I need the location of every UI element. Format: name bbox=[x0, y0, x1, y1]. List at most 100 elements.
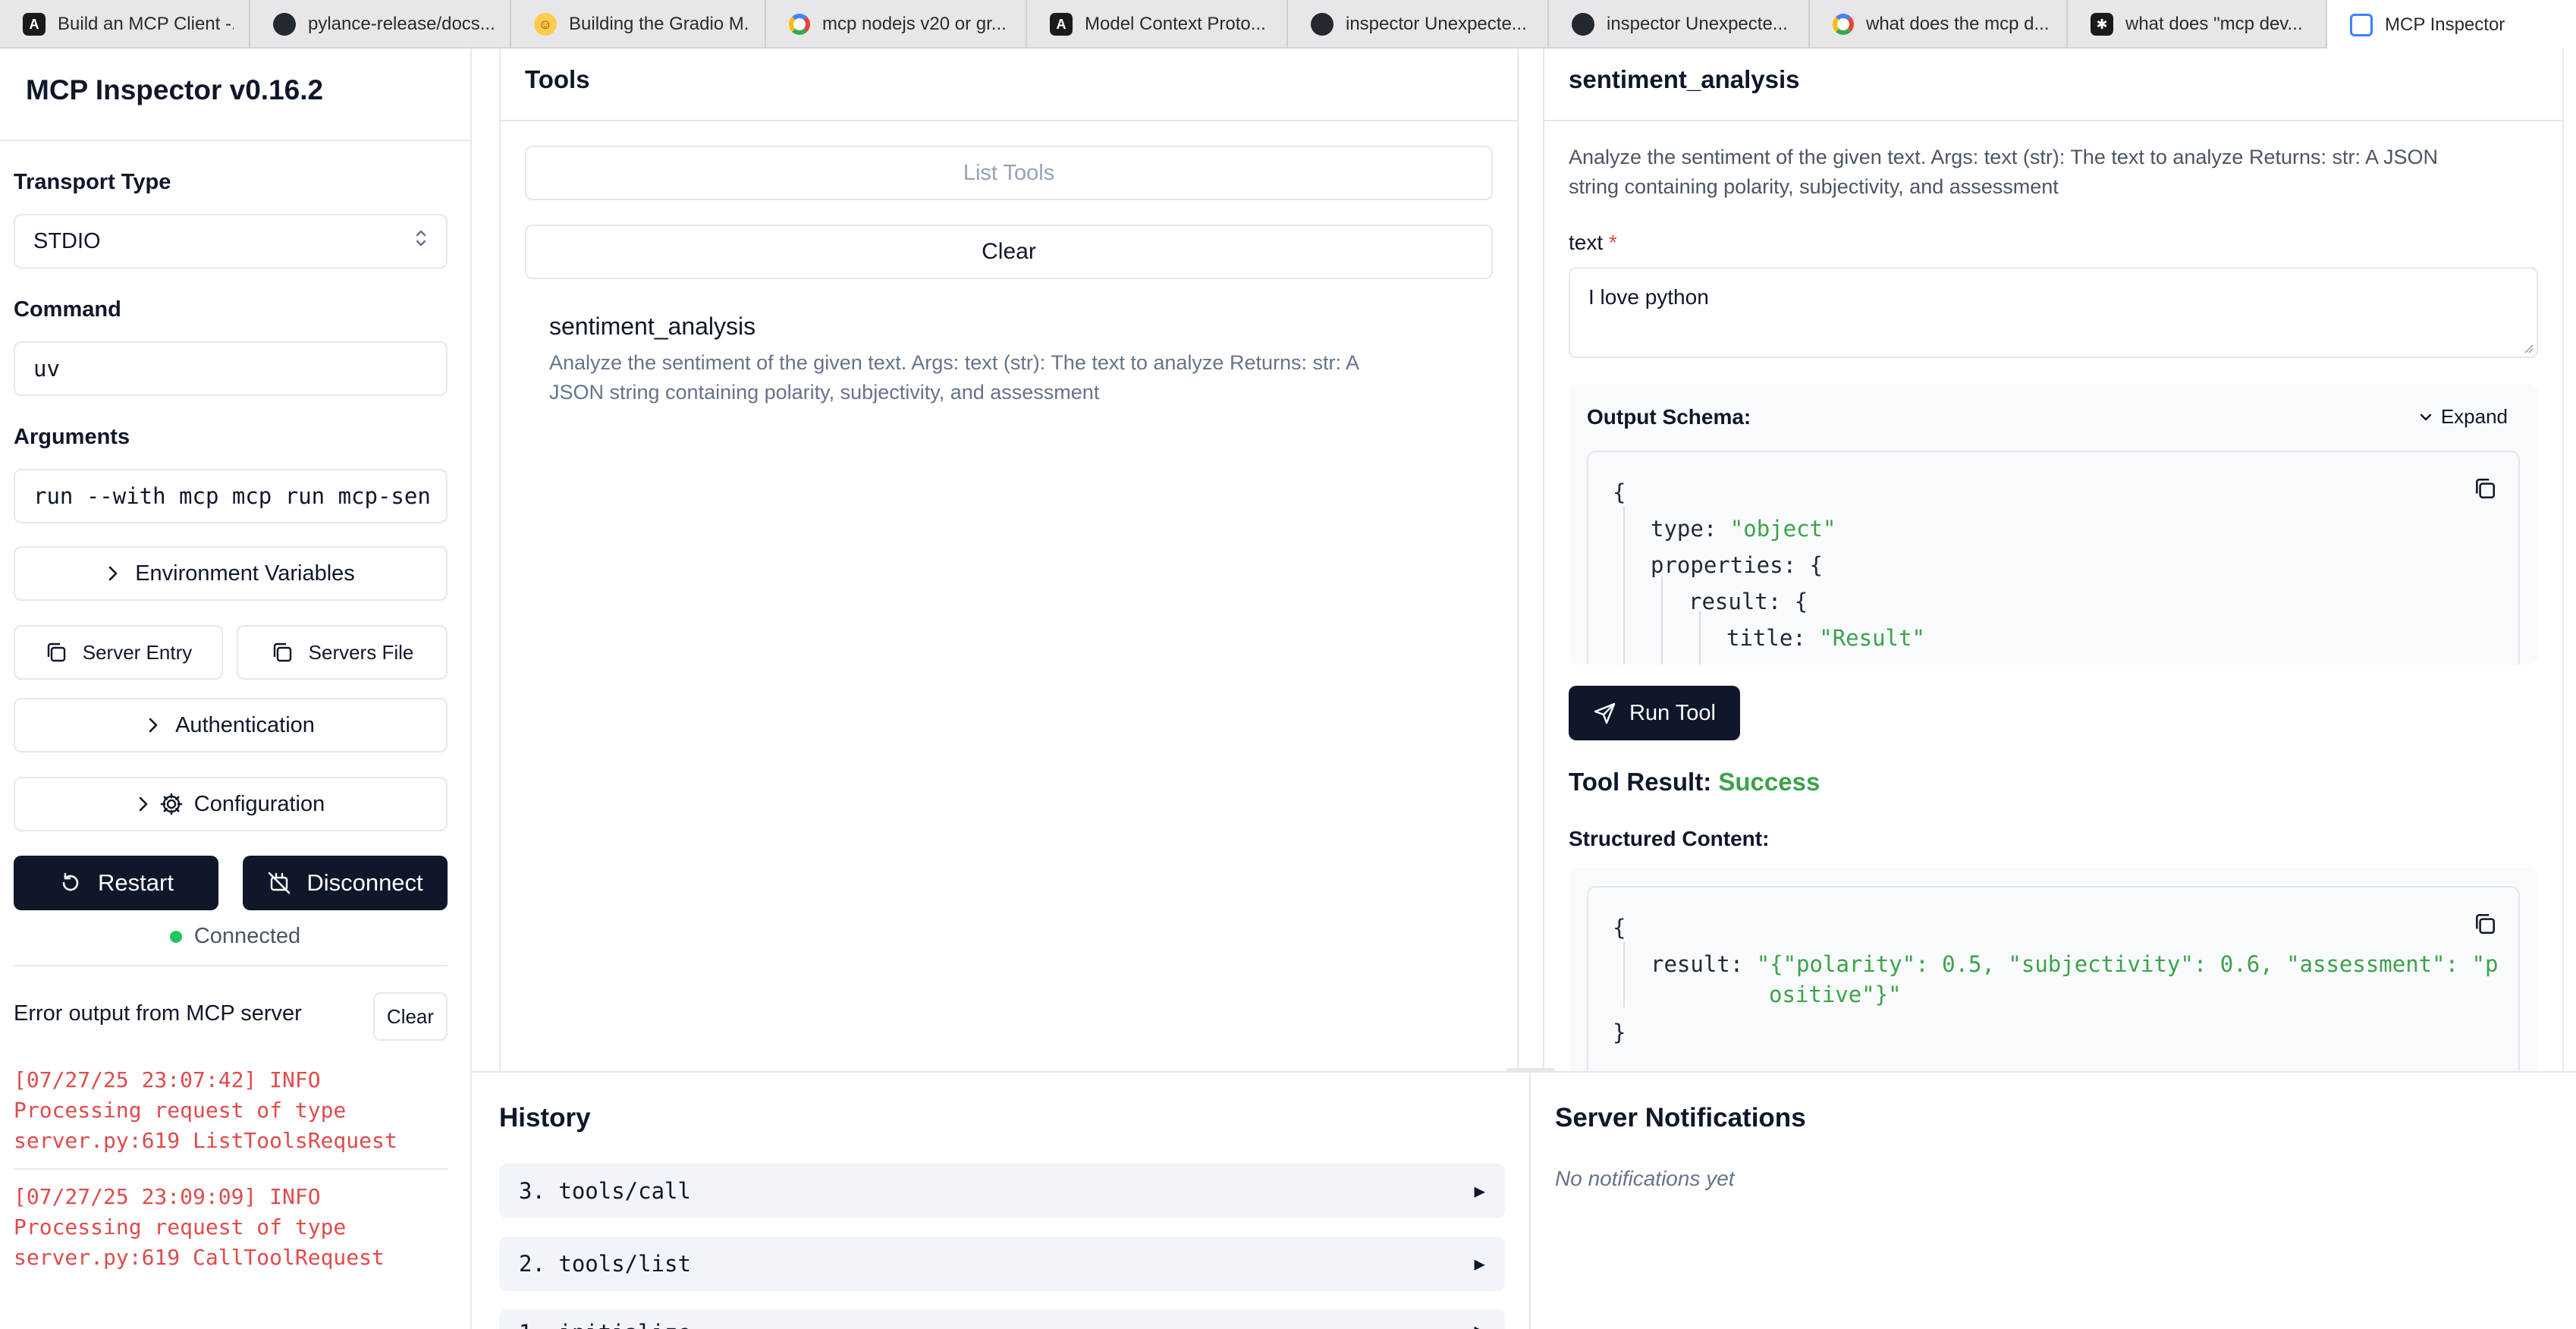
run-tool-button[interactable]: Run Tool bbox=[1569, 686, 1740, 740]
anthropic-icon: A bbox=[1050, 13, 1073, 36]
structured-content-section: { result: "{"polarity": 0.5, "subjectivi… bbox=[1569, 868, 2538, 1073]
param-text-input[interactable]: I love python bbox=[1569, 267, 2538, 358]
error-output-title: Error output from MCP server bbox=[14, 1001, 302, 1026]
browser-tab-3[interactable]: ☺ Building the Gradio M... bbox=[511, 0, 766, 49]
browser-tab-label: MCP Inspector bbox=[2385, 14, 2505, 35]
browser-tab-2[interactable]: pylance-release/docs... bbox=[250, 0, 511, 49]
structured-line: ositive"}" bbox=[1769, 982, 1902, 1007]
authentication-toggle[interactable]: Authentication bbox=[14, 698, 448, 752]
browser-tab-8[interactable]: what does the mcp d... bbox=[1810, 0, 2068, 49]
clear-tools-button[interactable]: Clear bbox=[525, 225, 1493, 279]
browser-tab-7[interactable]: inspector Unexpecte... bbox=[1549, 0, 1810, 49]
browser-tab-5[interactable]: A Model Context Proto... bbox=[1027, 0, 1288, 49]
server-entry-button[interactable]: Server Entry bbox=[14, 625, 223, 680]
browser-tab-active[interactable]: MCP Inspector bbox=[2327, 0, 2576, 50]
browser-tab-label: what does "mcp dev... bbox=[2125, 14, 2303, 34]
disconnect-label: Disconnect bbox=[306, 869, 423, 896]
google-icon bbox=[789, 14, 810, 35]
schema-value: { bbox=[1809, 552, 1823, 578]
log-divider bbox=[14, 1168, 448, 1170]
run-tool-label: Run Tool bbox=[1629, 700, 1716, 725]
tool-result-status: Success bbox=[1718, 768, 1820, 796]
copy-icon[interactable] bbox=[2473, 476, 2497, 501]
github-icon bbox=[1311, 13, 1334, 36]
restart-button[interactable]: Restart bbox=[14, 856, 218, 910]
resize-drag-handle[interactable] bbox=[1506, 1068, 1555, 1073]
error-log-line: [07/27/25 23:09:09] INFO bbox=[14, 1184, 321, 1209]
configuration-toggle[interactable]: Configuration bbox=[14, 777, 448, 831]
play-triangle-icon[interactable]: ▶ bbox=[1475, 1180, 1485, 1202]
required-marker: * bbox=[1608, 231, 1617, 254]
structured-value: "{"polarity": 0.5, "subjectivity": 0.6, … bbox=[1756, 951, 2499, 977]
sidebar: MCP Inspector v0.16.2 Transport Type STD… bbox=[0, 49, 472, 1329]
arguments-input[interactable]: run --with mcp mcp run mcp-sen bbox=[14, 469, 448, 523]
tools-panel-header: Tools bbox=[501, 49, 1517, 121]
disconnect-button[interactable]: Disconnect bbox=[243, 856, 448, 910]
tool-details-header: sentiment_analysis bbox=[1544, 49, 2562, 121]
browser-tab-6[interactable]: inspector Unexpecte... bbox=[1288, 0, 1549, 49]
history-item[interactable]: 1. initialize ▶ bbox=[499, 1309, 1505, 1329]
browser-tab-label: inspector Unexpecte... bbox=[1607, 14, 1788, 34]
sidebar-header: MCP Inspector v0.16.2 bbox=[0, 49, 470, 141]
tool-details-description-line: string containing polarity, subjectivity… bbox=[1569, 175, 2059, 198]
structured-close-brace: } bbox=[1613, 1020, 1626, 1045]
chevron-right-icon bbox=[106, 564, 120, 583]
environment-variables-toggle[interactable]: Environment Variables bbox=[14, 546, 448, 601]
schema-key: type: bbox=[1651, 516, 1717, 542]
copy-icon[interactable] bbox=[2473, 912, 2497, 936]
server-notifications-title: Server Notifications bbox=[1555, 1103, 1806, 1133]
schema-line: properties: { bbox=[1651, 552, 1823, 578]
schema-line: result: { bbox=[1689, 589, 1808, 614]
schema-value: "object" bbox=[1729, 516, 1836, 542]
tool-name: sentiment_analysis bbox=[549, 313, 756, 340]
tool-details-title: sentiment_analysis bbox=[1569, 65, 1800, 93]
google-icon bbox=[1833, 14, 1854, 35]
error-log-entry: [07/27/25 23:07:42] INFO Processing requ… bbox=[14, 1065, 397, 1156]
chevron-up-down-icon bbox=[414, 228, 428, 254]
indent-guide bbox=[1623, 942, 1625, 1007]
play-triangle-icon[interactable]: ▶ bbox=[1475, 1320, 1485, 1329]
error-log-entry: [07/27/25 23:09:09] INFO Processing requ… bbox=[14, 1182, 385, 1273]
servers-file-button[interactable]: Servers File bbox=[237, 625, 448, 680]
chevron-down-icon bbox=[2420, 413, 2432, 420]
status-text: Connected bbox=[193, 924, 301, 948]
structured-line: result: "{"polarity": 0.5, "subjectivity… bbox=[1651, 951, 2498, 977]
history-item[interactable]: 2. tools/list ▶ bbox=[499, 1236, 1505, 1291]
chevron-right-icon bbox=[146, 715, 160, 735]
history-item[interactable]: 3. tools/call ▶ bbox=[499, 1164, 1505, 1218]
browser-tab-label: mcp nodejs v20 or gr... bbox=[822, 14, 1007, 34]
transport-type-select[interactable]: STDIO bbox=[14, 214, 448, 269]
tools-title: Tools bbox=[525, 65, 590, 93]
tool-details-panel: sentiment_analysis Analyze the sentiment… bbox=[1543, 49, 2564, 1073]
history-item-label: 1. initialize bbox=[519, 1320, 691, 1329]
command-input[interactable]: uv bbox=[14, 341, 448, 396]
output-schema-code: { type: "object" properties: { result: {… bbox=[1587, 451, 2520, 664]
connection-status: Connected bbox=[0, 924, 470, 949]
chevron-right-icon bbox=[137, 794, 150, 814]
environment-variables-label: Environment Variables bbox=[135, 561, 355, 586]
servers-file-label: Servers File bbox=[308, 640, 414, 664]
configuration-label: Configuration bbox=[193, 791, 325, 816]
structured-line: { bbox=[1613, 915, 1626, 941]
indent-guide bbox=[1661, 577, 1663, 664]
tool-list-item[interactable]: sentiment_analysis Analyze the sentiment… bbox=[525, 302, 1493, 418]
resize-handle-icon[interactable] bbox=[2521, 341, 2534, 353]
error-log-line: [07/27/25 23:07:42] INFO bbox=[14, 1067, 321, 1092]
tool-description: Analyze the sentiment of the given text.… bbox=[549, 348, 1469, 407]
error-output-clear-button[interactable]: Clear bbox=[373, 992, 448, 1041]
schema-line: title: "Result" bbox=[1726, 625, 1925, 651]
schema-line: { bbox=[1613, 479, 1626, 505]
transport-type-value: STDIO bbox=[33, 228, 101, 253]
browser-tab-9[interactable]: ✱ what does "mcp dev... bbox=[2068, 0, 2327, 49]
no-notifications-text: No notifications yet bbox=[1555, 1167, 1735, 1190]
hugging-face-icon: ☺ bbox=[534, 13, 557, 36]
gear-icon bbox=[159, 792, 184, 816]
expand-button[interactable]: Expand bbox=[2418, 405, 2508, 429]
play-triangle-icon[interactable]: ▶ bbox=[1475, 1253, 1485, 1274]
browser-tab-4[interactable]: mcp nodejs v20 or gr... bbox=[766, 0, 1027, 49]
browser-tab-1[interactable]: A Build an MCP Client -... bbox=[0, 0, 250, 49]
list-tools-button[interactable]: List Tools bbox=[525, 146, 1493, 200]
structured-content-label: Structured Content: bbox=[1569, 827, 1770, 850]
param-name: text bbox=[1569, 231, 1604, 254]
schema-key: title: bbox=[1726, 625, 1806, 651]
